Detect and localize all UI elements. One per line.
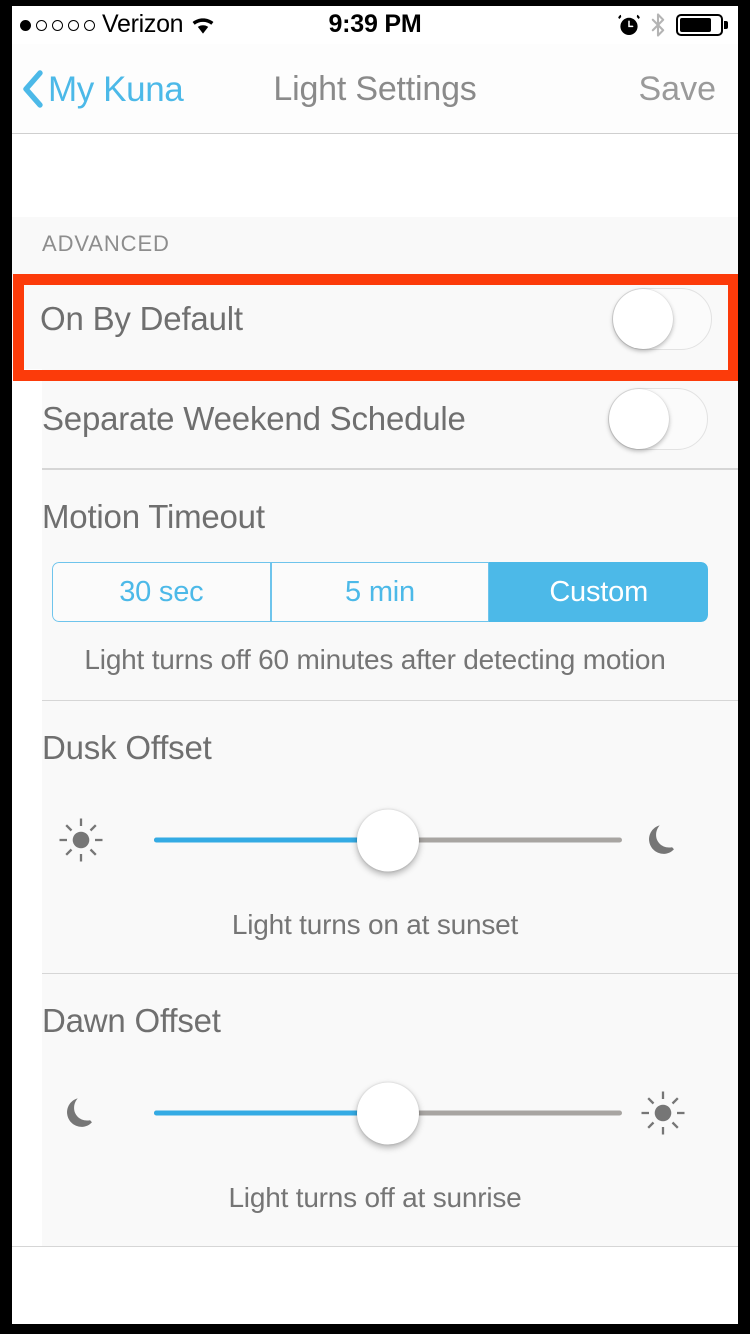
dusk-offset-title: Dusk Offset bbox=[42, 729, 212, 766]
dusk-slider-track[interactable] bbox=[154, 809, 622, 871]
segment-custom[interactable]: Custom bbox=[489, 562, 708, 622]
settings-list: ADVANCED On By Default Separate Weekend … bbox=[12, 135, 738, 1324]
motion-timeout-segmented-control[interactable]: 30 sec 5 min Custom bbox=[52, 562, 708, 622]
moon-icon bbox=[632, 809, 694, 871]
dawn-slider-knob[interactable] bbox=[357, 1082, 419, 1144]
sun-icon bbox=[632, 1082, 694, 1144]
battery-icon bbox=[675, 14, 723, 36]
toggle-knob bbox=[609, 388, 669, 449]
moon-icon bbox=[50, 1082, 112, 1144]
top-spacer bbox=[12, 135, 738, 217]
sun-icon bbox=[50, 809, 112, 871]
row-separate-weekend-schedule-label: Separate Weekend Schedule bbox=[42, 399, 466, 437]
status-bar: Verizon 9:39 PM bbox=[12, 6, 738, 44]
motion-timeout-hint: Light turns off 60 minutes after detecti… bbox=[84, 644, 666, 675]
dawn-offset-title: Dawn Offset bbox=[42, 1002, 221, 1039]
row-on-by-default[interactable]: On By Default bbox=[12, 269, 738, 369]
dawn-offset-caption: Light turns off at sunrise bbox=[228, 1182, 522, 1213]
segment-5-min[interactable]: 5 min bbox=[270, 562, 490, 622]
clock-label: 9:39 PM bbox=[328, 9, 422, 38]
toggle-knob bbox=[613, 289, 673, 349]
page-title: Light Settings bbox=[273, 69, 477, 108]
row-on-by-default-label: On By Default bbox=[40, 300, 243, 337]
motion-timeout-title: Motion Timeout bbox=[42, 498, 265, 535]
on-by-default-toggle[interactable] bbox=[612, 288, 712, 350]
separate-weekend-schedule-toggle[interactable] bbox=[608, 387, 708, 450]
battery-nub bbox=[724, 21, 728, 29]
alarm-clock-icon bbox=[617, 14, 640, 35]
phone-frame: Verizon 9:39 PM My Kuna Light Settings S… bbox=[0, 0, 750, 1334]
bottom-spacer bbox=[12, 1247, 738, 1293]
section-dusk-offset: Dusk Offset Light turns on at sunset bbox=[42, 700, 738, 973]
bluetooth-icon bbox=[651, 13, 664, 37]
section-dawn-offset: Dawn Offset Light turns off at sunrise bbox=[42, 973, 738, 1246]
battery-fill bbox=[679, 18, 712, 32]
save-button[interactable]: Save bbox=[639, 44, 717, 134]
dusk-offset-caption: Light turns on at sunset bbox=[231, 909, 519, 940]
dawn-slider-fill bbox=[154, 1110, 388, 1116]
status-bar-right bbox=[617, 6, 728, 44]
navigation-bar: My Kuna Light Settings Save bbox=[12, 44, 738, 134]
dawn-offset-slider[interactable] bbox=[42, 1054, 708, 1172]
row-separate-weekend-schedule[interactable]: Separate Weekend Schedule bbox=[42, 369, 738, 469]
dusk-offset-slider[interactable] bbox=[42, 781, 708, 899]
section-motion-timeout: Motion Timeout 30 sec 5 min Custom Light… bbox=[42, 469, 738, 700]
dusk-slider-knob[interactable] bbox=[357, 809, 419, 871]
battery-indicator bbox=[675, 14, 728, 36]
phone-screen: Verizon 9:39 PM My Kuna Light Settings S… bbox=[12, 6, 738, 1324]
section-header-advanced: ADVANCED bbox=[12, 217, 738, 269]
dusk-slider-fill bbox=[154, 837, 388, 843]
dawn-slider-track[interactable] bbox=[154, 1082, 622, 1144]
segment-30-sec[interactable]: 30 sec bbox=[52, 562, 271, 622]
